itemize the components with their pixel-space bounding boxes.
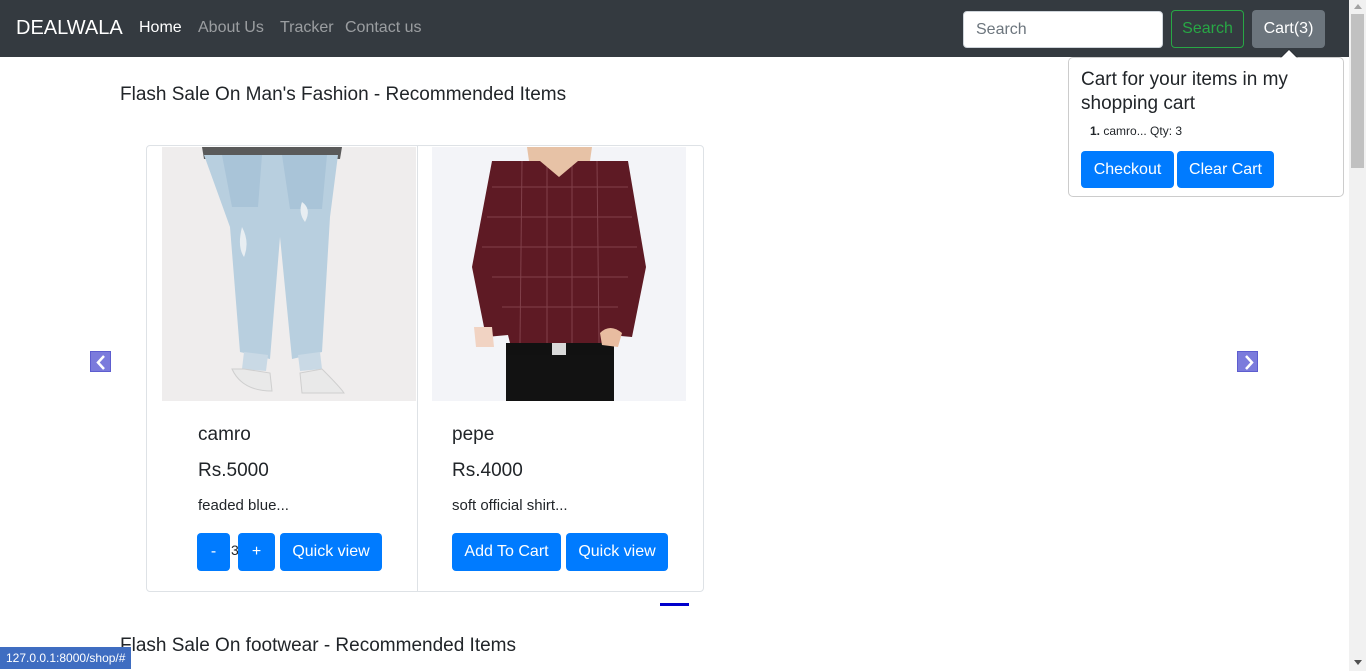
cart-item-text: camro... Qty: 3 [1103,124,1183,138]
product-name: camro [198,424,251,445]
cart-button[interactable]: Cart(3) [1252,10,1325,48]
scroll-down-icon[interactable] [1354,660,1362,665]
cart-item-list: 1. camro... Qty: 3 [1090,124,1182,138]
carousel-prev[interactable] [90,351,111,372]
navbar: DEALWALA Home About Us Tracker Contact u… [0,0,1349,57]
carousel-indicator[interactable] [660,603,689,606]
add-to-cart-button[interactable]: Add To Cart [452,533,561,571]
chevron-left-icon [96,355,105,370]
section-title-footwear: Flash Sale On footwear - Recommended Ite… [120,635,517,656]
brand-logo[interactable]: DEALWALA [16,17,123,40]
product-name: pepe [452,424,495,445]
product-description: feaded blue... [198,497,289,514]
quick-view-button[interactable]: Quick view [280,533,382,571]
product-image-pepe[interactable] [432,147,686,401]
section-title-fashion: Flash Sale On Man's Fashion - Recommende… [120,84,567,105]
clear-cart-button[interactable]: Clear Cart [1177,151,1274,188]
scroll-up-icon[interactable] [1354,4,1362,9]
status-bar-url: 127.0.0.1:8000/shop/# [0,647,132,669]
shirt-image [432,147,686,401]
search-input[interactable] [963,11,1163,48]
product-image-camro[interactable] [162,147,416,401]
product-price: Rs.5000 [198,460,269,481]
product-carousel: camro Rs.5000 feaded blue... - 3 + Quick… [146,145,704,592]
jeans-image [162,147,416,401]
vertical-scrollbar[interactable] [1349,0,1366,671]
search-button[interactable]: Search [1171,10,1244,48]
product-description: soft official shirt... [452,497,568,514]
nav-home[interactable]: Home [139,19,182,37]
card-divider [417,146,418,591]
quick-view-button[interactable]: Quick view [566,533,668,571]
popover-arrow [1281,50,1297,58]
cart-item-number: 1. [1090,124,1101,138]
scroll-thumb[interactable] [1351,14,1364,168]
nav-contact[interactable]: Contact us [345,19,421,37]
increase-qty-button[interactable]: + [238,533,275,571]
popover-title: Cart for your items in my shopping cart [1081,69,1288,114]
carousel-next[interactable] [1237,351,1258,372]
checkout-button[interactable]: Checkout [1081,151,1174,188]
chevron-right-icon [1245,355,1254,370]
product-price: Rs.4000 [452,460,523,481]
nav-tracker[interactable]: Tracker [280,19,334,37]
decrease-qty-button[interactable]: - [197,533,230,571]
cart-popover: Cart for your items in my shopping cart … [1068,49,1344,197]
nav-about[interactable]: About Us [198,19,264,37]
